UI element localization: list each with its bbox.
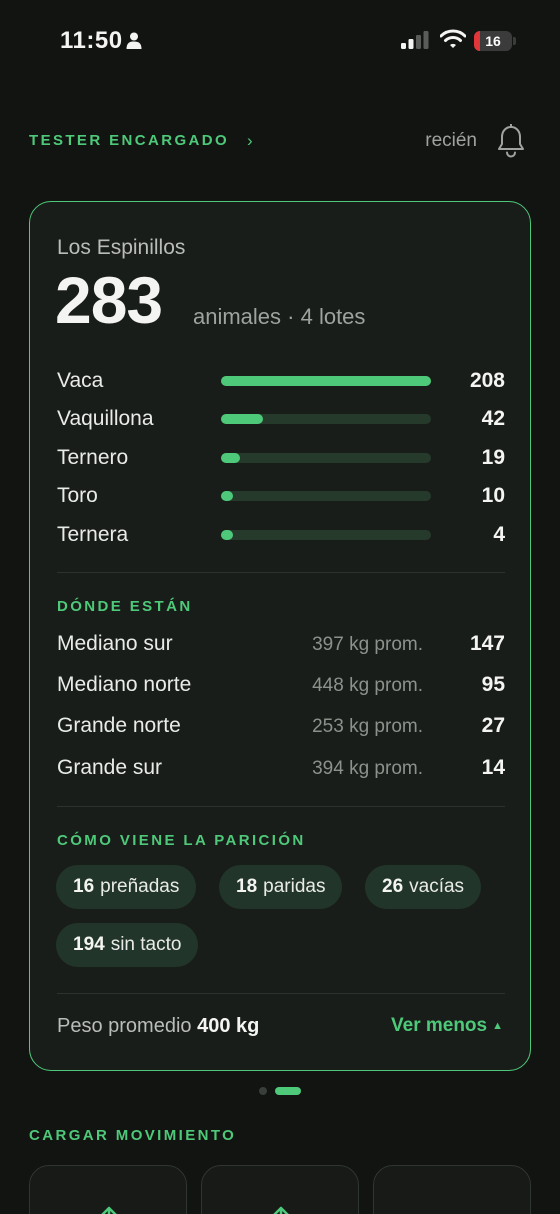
battery-level: 16	[485, 33, 501, 49]
lote-row[interactable]: Mediano norte 448 kg prom. 95	[57, 671, 505, 701]
lote-count: 147	[469, 632, 505, 655]
pager-dot-active[interactable]	[275, 1087, 301, 1095]
lote-row[interactable]: Mediano sur 397 kg prom. 147	[57, 630, 505, 660]
lote-name: Mediano sur	[57, 632, 173, 655]
battery-icon: 16	[474, 31, 512, 51]
chip-count: 18	[236, 876, 258, 897]
lote-row[interactable]: Grande sur 394 kg prom. 14	[57, 754, 505, 784]
account-name[interactable]: TESTER ENCARGADO	[29, 132, 229, 149]
movement-icon	[94, 1204, 124, 1214]
category-bar	[221, 376, 431, 386]
chip-label: preñadas	[100, 876, 180, 897]
category-bar	[221, 453, 240, 463]
divider	[57, 993, 505, 994]
total-animals: 283	[55, 263, 163, 337]
divider	[57, 806, 505, 807]
lote-name: Grande norte	[57, 714, 181, 737]
chip-count: 16	[73, 876, 95, 897]
lote-count: 95	[481, 673, 505, 696]
category-label: Vaquillona	[57, 407, 154, 430]
lote-row[interactable]: Grande norte 253 kg prom. 27	[57, 712, 505, 742]
notifications-bell-icon[interactable]	[497, 123, 525, 163]
category-bar	[221, 414, 263, 424]
caret-up-icon: ▲	[492, 1020, 503, 1032]
chip-label: sin tacto	[110, 934, 182, 955]
ver-menos-button[interactable]: Ver menos ▲	[391, 1015, 503, 1037]
average-weight: Peso promedio 400 kg	[57, 1015, 259, 1038]
paricion-section-title: CÓMO VIENE LA PARICIÓN	[57, 832, 306, 849]
category-bar	[221, 491, 233, 501]
category-row-ternera: Ternera 4	[57, 520, 505, 550]
average-weight-label: Peso promedio	[57, 1015, 192, 1037]
chevron-right-icon[interactable]: ›	[247, 131, 253, 151]
category-row-toro: Toro 10	[57, 481, 505, 511]
chip-count: 194	[73, 934, 105, 955]
lote-name: Grande sur	[57, 756, 163, 779]
chip-count: 26	[382, 876, 404, 897]
category-bar-track	[221, 491, 431, 501]
paricion-chip-paridas[interactable]: 18 paridas	[219, 865, 343, 909]
category-row-ternero: Ternero 19	[57, 443, 505, 473]
category-bar-track	[221, 453, 431, 463]
category-label: Ternero	[57, 446, 129, 469]
lote-name: Mediano norte	[57, 673, 192, 696]
lote-count: 14	[481, 756, 505, 779]
category-count: 10	[481, 484, 505, 507]
paricion-chip-prenadas[interactable]: 16 preñadas	[56, 865, 197, 909]
category-count: 4	[493, 523, 505, 546]
category-label: Vaca	[57, 369, 104, 392]
average-weight-value: 400 kg	[197, 1015, 260, 1037]
movement-tile[interactable]	[373, 1165, 531, 1214]
lote-avg-weight: 394 kg prom.	[312, 758, 423, 779]
movement-icon	[266, 1204, 296, 1214]
category-label: Ternera	[57, 523, 129, 546]
pager-dot[interactable]	[259, 1087, 267, 1095]
category-count: 42	[481, 407, 505, 430]
lotes-section-title: DÓNDE ESTÁN	[57, 598, 193, 615]
category-row-vaca: Vaca 208	[57, 366, 505, 396]
lote-avg-weight: 253 kg prom.	[312, 716, 423, 737]
paricion-chip-vacias[interactable]: 26 vacías	[365, 865, 482, 909]
wifi-icon	[439, 29, 467, 54]
cellular-signal-icon	[401, 30, 431, 55]
category-label: Toro	[57, 484, 98, 507]
movement-tile[interactable]	[29, 1165, 187, 1214]
status-time: 11:50	[60, 27, 123, 54]
category-bar-track	[221, 376, 431, 386]
category-bar-track	[221, 530, 431, 540]
divider	[57, 572, 505, 573]
category-row-vaquillona: Vaquillona 42	[57, 404, 505, 434]
lote-avg-weight: 397 kg prom.	[312, 634, 423, 655]
lote-count: 27	[481, 714, 505, 737]
farm-name: Los Espinillos	[57, 236, 186, 259]
ver-menos-label: Ver menos	[391, 1015, 488, 1036]
category-count: 19	[481, 446, 505, 469]
herd-summary-card: Los Espinillos 283 animales · 4 lotes Va…	[29, 201, 531, 1071]
cargar-movimiento-title: CARGAR MOVIMIENTO	[29, 1127, 237, 1144]
chip-label: vacías	[409, 876, 465, 897]
category-count: 208	[469, 369, 505, 392]
person-icon	[126, 32, 142, 54]
last-updated-label: recién	[425, 130, 477, 151]
status-bar: 11:50 16	[0, 0, 560, 84]
paricion-chip-sin-tacto[interactable]: 194 sin tacto	[56, 923, 199, 967]
movement-tile[interactable]	[201, 1165, 359, 1214]
lote-avg-weight: 448 kg prom.	[312, 675, 423, 696]
total-subtitle: animales · 4 lotes	[193, 304, 366, 329]
chip-label: paridas	[263, 876, 326, 897]
category-bar-track	[221, 414, 431, 424]
category-bar	[221, 530, 233, 540]
battery-cap	[513, 37, 516, 45]
